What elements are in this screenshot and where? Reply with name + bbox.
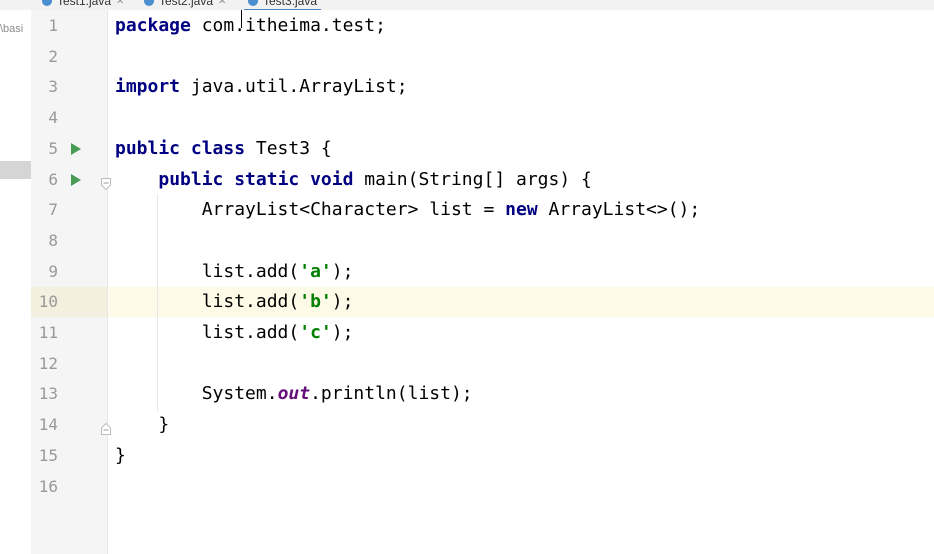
close-icon[interactable]: ✕	[116, 0, 124, 7]
code-token: );	[331, 291, 354, 313]
char-literal-token: 'a'	[299, 260, 332, 282]
code-token: java.util.ArrayList;	[180, 76, 408, 98]
code-token: list.add(	[115, 260, 300, 282]
line-number: 11	[38, 323, 58, 342]
code-token: ArrayList<>();	[537, 199, 701, 221]
line-number: 2	[48, 46, 58, 66]
keyword-token: package	[115, 15, 191, 36]
code-line[interactable]: list.add('b');	[115, 291, 354, 313]
code-line[interactable]: public class Test3 {	[115, 138, 332, 160]
project-panel-edge[interactable]: \basi	[0, 10, 32, 554]
line-number: 6	[48, 169, 58, 189]
line-number: 14	[38, 415, 58, 435]
code-token: );	[331, 260, 354, 282]
code-line[interactable]: public static void main(String[] args) {	[115, 169, 592, 191]
line-number: 10	[38, 292, 58, 312]
line-number: 5	[48, 138, 58, 158]
code-line[interactable]: }	[115, 414, 169, 436]
code-token: );	[331, 322, 354, 343]
line-number: 15	[38, 445, 58, 465]
tab-label: Test1.java	[57, 0, 112, 8]
code-token: ArrayList<Character> list =	[115, 199, 506, 221]
fold-close-icon[interactable]	[101, 420, 111, 436]
tab-test2[interactable]: Test2.java ✕	[140, 0, 230, 9]
run-icon[interactable]	[71, 142, 81, 155]
line-number: 3	[48, 77, 58, 97]
code-token: }	[115, 444, 126, 466]
code-line[interactable]: list.add('a');	[115, 260, 354, 283]
code-token: main(String[] args) {	[353, 168, 592, 190]
line-number: 1	[48, 16, 58, 35]
java-class-icon	[144, 0, 154, 6]
code-line[interactable]: System.out.println(list);	[115, 383, 473, 405]
keyword-token: public static void	[158, 168, 354, 190]
line-number: 8	[48, 230, 58, 250]
code-token: }	[115, 414, 170, 436]
run-icon[interactable]	[71, 173, 81, 186]
char-literal-token: 'b'	[299, 291, 332, 313]
line-number: 16	[38, 476, 58, 496]
line-number: 12	[38, 353, 58, 373]
keyword-token: new	[505, 199, 538, 221]
java-class-icon	[42, 0, 52, 6]
char-literal-token: 'c'	[299, 322, 332, 343]
code-line[interactable]: }	[115, 445, 126, 467]
tab-label: Test3.java	[263, 0, 318, 8]
code-token: list.add(	[115, 322, 300, 343]
code-line[interactable]: import java.util.ArrayList;	[115, 76, 408, 98]
keyword-token: public class	[115, 137, 246, 159]
code-token: System.	[115, 383, 278, 405]
code-token: list.add(	[115, 291, 300, 313]
line-number: 4	[48, 108, 58, 128]
tab-test1[interactable]: Test1.java ✕	[38, 0, 128, 9]
close-icon[interactable]: ✕	[218, 0, 226, 7]
code-line[interactable]: ArrayList<Character> list = new ArrayLis…	[115, 199, 701, 221]
tab-label: Test2.java	[159, 0, 214, 8]
code-line[interactable]: package com.itheima.test;	[115, 15, 386, 37]
fold-open-icon[interactable]	[101, 175, 111, 190]
line-number: 13	[38, 384, 58, 404]
line-number: 7	[48, 200, 58, 220]
code-line[interactable]: list.add('c');	[115, 322, 354, 344]
code-token: .println(list);	[310, 383, 473, 405]
line-number: 9	[48, 261, 58, 281]
text-caret	[241, 10, 242, 28]
project-path-text: \basi	[0, 23, 24, 35]
project-selected-row[interactable]	[0, 161, 31, 179]
keyword-token: import	[115, 76, 181, 98]
java-class-icon	[248, 0, 258, 6]
static-field-token: out	[277, 383, 311, 405]
code-token: Test3 {	[245, 137, 332, 159]
code-token: com.itheima.test;	[190, 15, 386, 36]
